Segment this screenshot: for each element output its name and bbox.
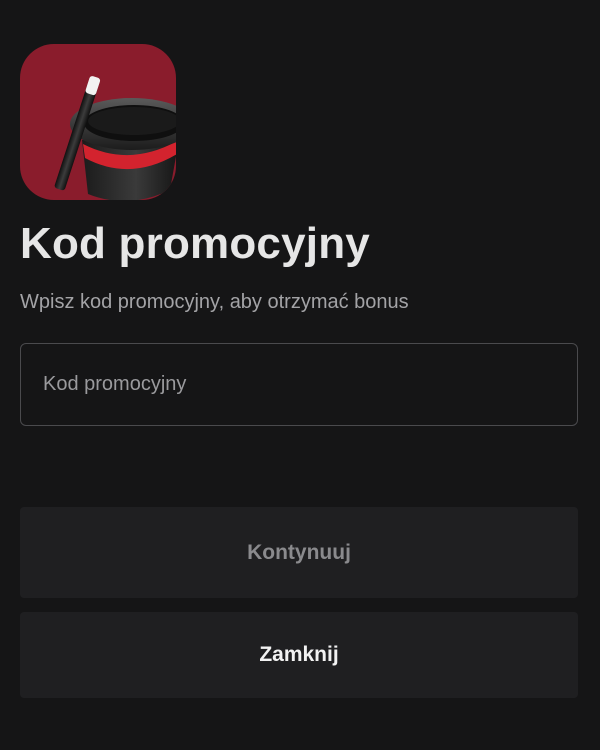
magic-hat-wand-icon	[20, 44, 176, 200]
promo-code-input[interactable]	[20, 343, 578, 426]
page-subtitle: Wpisz kod promocyjny, aby otrzymać bonus	[20, 291, 409, 313]
continue-button[interactable]: Kontynuuj	[20, 507, 578, 598]
promo-code-screen: Kod promocyjny Wpisz kod promocyjny, aby…	[0, 0, 600, 750]
page-title: Kod promocyjny	[20, 219, 370, 268]
close-button[interactable]: Zamknij	[20, 612, 578, 698]
